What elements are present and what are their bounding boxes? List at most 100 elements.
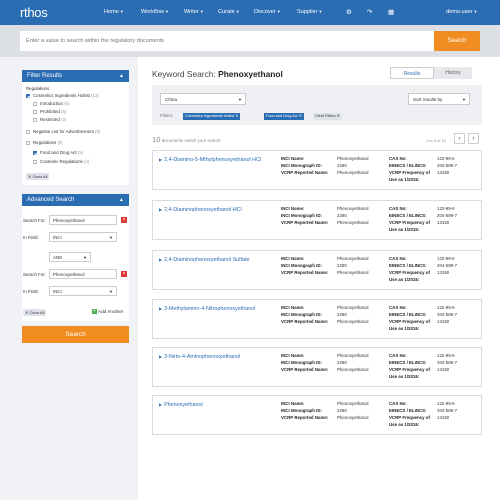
result-card: ▶ 3-Methylamino-4-Nitrophenoxyethanol INCI…	[152, 299, 482, 339]
vcrp-frequency-label: VCRP Frequency of	[389, 319, 430, 324]
clear-all-advanced-button[interactable]: ✕ Clear All	[23, 309, 47, 316]
next-page-button[interactable]: ›	[468, 133, 479, 144]
inci-name-value: Phenoxyethanol	[337, 353, 369, 358]
tab-history[interactable]: History	[434, 67, 472, 79]
chevron-down-icon: ▼	[473, 9, 478, 14]
result-card: ▶ 2,4-Diaminophenoxyethanol Sulfate INCI N…	[152, 250, 482, 290]
result-title-link[interactable]: ▶ 2,4-Diamino-5-Mthylphenoxyethanol HCl	[159, 157, 261, 163]
remove-criteria-2-icon[interactable]: ×	[121, 271, 127, 277]
checkbox-negative-list[interactable]	[26, 130, 30, 134]
clear-all-filters-button[interactable]: ✕ Clear All	[26, 173, 50, 180]
user-menu[interactable]: demo.user▼	[446, 9, 477, 15]
checkbox-regulations[interactable]	[26, 141, 30, 145]
filter-chip-food-drug-act[interactable]: Food and Drug Act ✕	[264, 113, 304, 120]
use-as-label: Use as 1/2015:	[389, 374, 420, 379]
share-icon[interactable]: ↷	[367, 8, 372, 16]
vcrp-reported-value: Phenoxyethanol	[337, 270, 369, 275]
filter-results-header[interactable]: Filter Results ▲	[22, 70, 129, 82]
einecs-value: 204-589-7	[437, 213, 458, 218]
close-icon[interactable]: ✕	[235, 114, 238, 118]
filter-item-prohibited[interactable]: Prohibited (6)	[40, 109, 66, 114]
filter-item-regulations[interactable]: Regulations (9)	[33, 140, 63, 145]
nav-workflow[interactable]: Workflow▼	[141, 9, 169, 15]
checkbox-restricted[interactable]	[33, 118, 37, 122]
einecs-value: 204-589-7	[437, 312, 458, 317]
inci-monograph-value: 2290	[337, 360, 347, 365]
cas-label: CAS No:	[389, 156, 407, 161]
search-button[interactable]: Search	[434, 31, 480, 51]
chevron-up-icon: ▲	[119, 73, 124, 79]
filter-item-introduction[interactable]: Introduction (6)	[40, 101, 70, 106]
nav-home[interactable]: Home▼	[104, 9, 124, 15]
result-title-link[interactable]: ▶ 2,4-Diaminophenoxyethanol HCl	[159, 207, 242, 213]
grid-icon[interactable]: ▦	[388, 8, 394, 16]
result-card: ▶ 2,4-Diaminophenoxyethanol HCl INCI Name:…	[152, 200, 482, 240]
tab-results[interactable]: Results	[390, 67, 434, 79]
in-field-select-2[interactable]: INCI ▼	[49, 286, 117, 296]
checkbox-cosmetics-hotlist[interactable]	[26, 94, 30, 98]
search-for-label: Search For:	[23, 218, 46, 223]
vcrp-frequency-label: VCRP Frequency of	[389, 415, 430, 420]
filter-item-cosmetic-regulations[interactable]: Cosmetic Regulations (4)	[40, 159, 89, 164]
result-title-link[interactable]: ▶ Phenoxyethanol	[159, 402, 203, 408]
vcrp-frequency-value: 13150	[437, 319, 450, 324]
search-input[interactable]	[20, 31, 434, 51]
prev-page-button[interactable]: ‹	[454, 133, 465, 144]
page-title: Keyword Search: Phenoxyethanol	[152, 69, 283, 79]
nav-writer[interactable]: Writer▼	[184, 9, 204, 15]
vcrp-frequency-value: 13150	[437, 220, 450, 225]
filter-item-food-drug-act[interactable]: Food and Drug Act (5)	[40, 150, 83, 155]
inci-monograph-value: 2290	[337, 263, 347, 268]
use-as-label: Use as 1/2015:	[389, 326, 420, 331]
country-select[interactable]: China ▼	[160, 93, 246, 105]
cas-value: 122-99-6	[437, 156, 455, 161]
use-as-label: Use as 1/2015:	[389, 422, 420, 427]
checkbox-introduction[interactable]	[33, 102, 37, 106]
result-title-link[interactable]: ▶ 3-Methylamino-4-Nitrophenoxyethanol	[159, 306, 255, 312]
close-icon[interactable]: ✕	[337, 114, 340, 118]
vcrp-reported-label: VCRP Reported Name:	[281, 220, 329, 225]
operator-select[interactable]: AND ▼	[49, 252, 91, 262]
filter-chip-cosmetics-hotlist[interactable]: Cosmetics Ingredients Hotlist ✕	[183, 113, 241, 120]
checkbox-cosmetic-regulations[interactable]	[33, 160, 37, 164]
chevron-down-icon: ▼	[318, 9, 323, 14]
inci-name-value: Phenoxyethanol	[337, 156, 369, 161]
remove-criteria-1-icon[interactable]: ×	[121, 217, 127, 223]
inci-name-value: Phenoxyethanol	[337, 206, 369, 211]
sort-select[interactable]: Sort results by ▼	[408, 93, 470, 105]
inci-name-value: Phenoxyethanol	[337, 305, 369, 310]
filter-item-cosmetics-hotlist[interactable]: Cosmetics Ingredients Hotlist (13)	[33, 93, 99, 98]
vcrp-reported-label: VCRP Reported Name:	[281, 367, 329, 372]
cas-label: CAS No:	[389, 353, 407, 358]
clear-filters-chip[interactable]: Clear Filters ✕	[313, 113, 342, 120]
nav-discover[interactable]: Discover▼	[254, 9, 281, 15]
gear-icon[interactable]: ⚙	[346, 8, 352, 16]
nav-supplier[interactable]: Supplier▼	[297, 9, 323, 15]
advanced-search-header[interactable]: Advanced Search ▲	[22, 194, 129, 206]
close-icon[interactable]: ✕	[299, 114, 302, 118]
checkbox-prohibited[interactable]	[33, 110, 37, 114]
result-title-link[interactable]: ▶ 2,4-Diaminophenoxyethanol Sulfate	[159, 257, 250, 263]
chevron-down-icon: ▼	[109, 289, 113, 294]
nav-curate[interactable]: Curate▼	[218, 9, 240, 15]
checkbox-food-drug-act[interactable]	[33, 151, 37, 155]
inci-monograph-value: 2290	[337, 312, 347, 317]
filter-item-restricted[interactable]: Restricted (2)	[40, 117, 66, 122]
filter-bar: China ▼ Sort results by ▼ Filters: Cosmeti…	[152, 85, 482, 125]
use-as-label: Use as 1/2015:	[389, 227, 420, 232]
regulations-group-label: Regulations	[26, 86, 50, 91]
advanced-search-button[interactable]: Search	[22, 326, 129, 343]
add-another-button[interactable]: + Add Another	[92, 309, 123, 315]
app-logo[interactable]: rthos	[20, 5, 48, 20]
inci-name-value: Phenoxyethanol	[337, 401, 369, 406]
inci-name-label: INCI Name:	[281, 353, 305, 358]
inci-monograph-label: INCI Monograph ID:	[281, 312, 322, 317]
chevron-down-icon: ▼	[164, 9, 169, 14]
result-title-link[interactable]: ▶ 3-Nirto-4-Aminophenoxyethanol	[159, 354, 240, 360]
operator-value: AND	[53, 255, 63, 260]
filter-item-negative-list[interactable]: Negative List for Advertisement (8)	[33, 129, 100, 134]
search-for-input-2[interactable]: Phenoxyethanol	[49, 269, 117, 279]
search-for-input-1[interactable]: Phenoxyethanol	[49, 215, 117, 225]
in-field-select-1[interactable]: INCI ▼	[49, 232, 117, 242]
vcrp-frequency-label: VCRP Frequency of	[389, 220, 430, 225]
